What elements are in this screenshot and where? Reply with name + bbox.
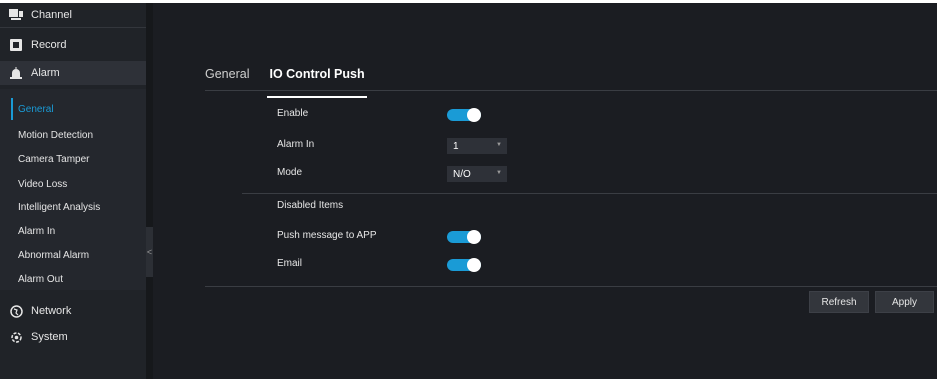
tab-general[interactable]: General (205, 67, 249, 91)
monitor-icon (9, 8, 23, 22)
email-label: Email (277, 258, 303, 269)
sidebar-item-label: Record (31, 39, 67, 51)
alarm-in-select[interactable]: 1 ▼ (447, 138, 507, 154)
enable-toggle[interactable] (447, 108, 481, 122)
sidebar-subitem-video-loss[interactable]: Video Loss (11, 173, 146, 195)
alarm-icon (9, 66, 23, 80)
mode-value: N/O (453, 168, 471, 180)
sidebar-subitem-intelligent-analysis[interactable]: Intelligent Analysis (11, 196, 146, 218)
sidebar-item-alarm[interactable]: Alarm (0, 61, 146, 85)
collapse-sidebar-button[interactable]: < (146, 227, 153, 277)
chevron-down-icon: ▼ (496, 170, 502, 176)
sidebar-splitter (146, 3, 153, 379)
footer-divider (205, 286, 937, 287)
sidebar-item-network[interactable]: Network (0, 299, 146, 323)
refresh-button[interactable]: Refresh (809, 291, 869, 313)
sidebar-item-system[interactable]: System (0, 325, 146, 349)
sidebar: Channel Record Alarm General Motion Dete… (0, 3, 146, 379)
divider (0, 27, 146, 28)
enable-label: Enable (277, 108, 309, 119)
gear-icon (9, 330, 23, 344)
alarm-submenu: General Motion Detection Camera Tamper V… (0, 89, 146, 290)
tab-io-control-push[interactable]: IO Control Push (267, 67, 367, 98)
sidebar-subitem-general[interactable]: General (11, 98, 146, 120)
sidebar-subitem-abnormal-alarm[interactable]: Abnormal Alarm (11, 244, 146, 266)
record-icon (9, 38, 23, 52)
sidebar-item-label: Channel (31, 9, 72, 21)
sidebar-item-channel[interactable]: Channel (0, 3, 146, 27)
sidebar-item-record[interactable]: Record (0, 33, 146, 57)
sidebar-subitem-alarm-out[interactable]: Alarm Out (11, 268, 146, 290)
disabled-items-label: Disabled Items (277, 200, 344, 211)
sidebar-subitem-motion-detection[interactable]: Motion Detection (11, 124, 146, 146)
alarm-in-value: 1 (453, 140, 459, 152)
tab-bar: General IO Control Push (205, 67, 385, 98)
chevron-down-icon: ▼ (496, 142, 502, 148)
app-frame: Channel Record Alarm General Motion Dete… (0, 3, 937, 379)
mode-select[interactable]: N/O ▼ (447, 166, 507, 182)
alarm-in-label: Alarm In (277, 139, 315, 150)
push-message-toggle[interactable] (447, 230, 481, 244)
apply-button[interactable]: Apply (875, 291, 934, 313)
globe-icon (9, 304, 23, 318)
sidebar-subitem-alarm-in[interactable]: Alarm In (11, 220, 146, 242)
sidebar-item-label: Network (31, 305, 72, 317)
section-divider (242, 193, 937, 194)
sidebar-item-label: System (31, 331, 68, 343)
push-message-label: Push message to APP (277, 230, 377, 241)
email-toggle[interactable] (447, 258, 481, 272)
sidebar-item-label: Alarm (31, 67, 60, 79)
mode-label: Mode (277, 167, 303, 178)
tab-divider (205, 90, 937, 91)
sidebar-subitem-camera-tamper[interactable]: Camera Tamper (11, 148, 146, 170)
